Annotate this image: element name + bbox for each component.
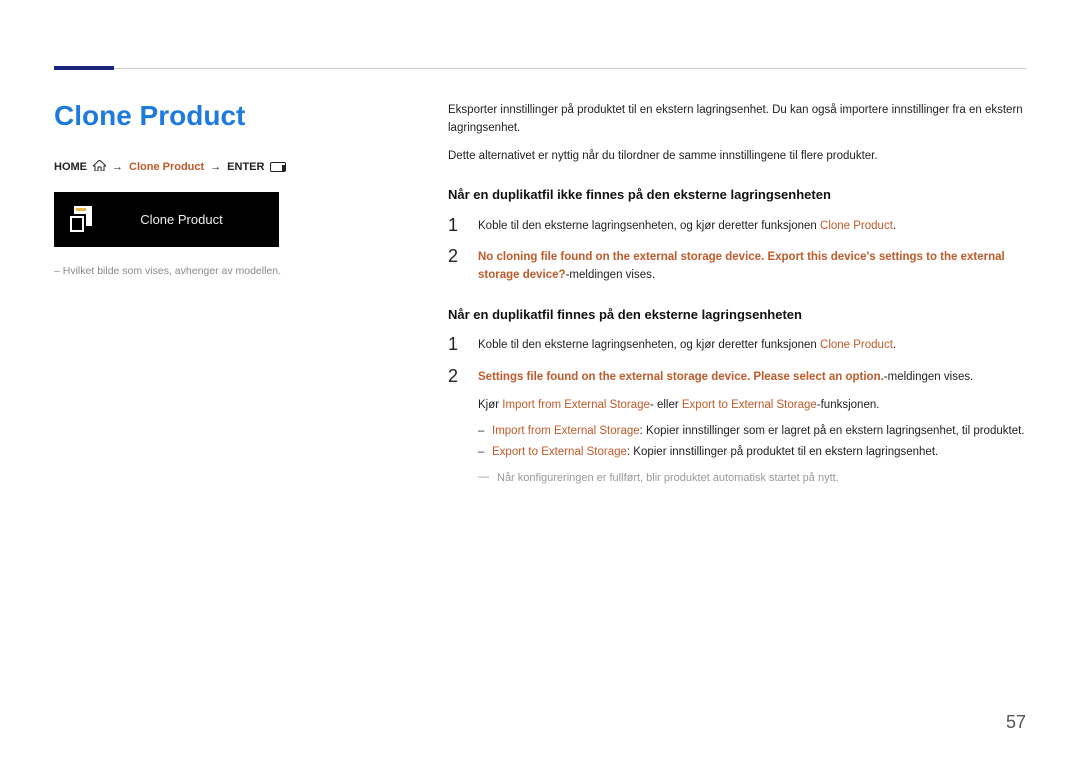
text: : Kopier innstillinger som er lagret på … <box>640 425 1025 437</box>
text: . <box>893 220 896 232</box>
highlight-message: Settings file found on the external stor… <box>478 371 884 383</box>
breadcrumb-enter: ENTER <box>227 161 264 173</box>
highlight-import: Import from External Storage <box>492 425 640 437</box>
highlight-message: No cloning file found on the external st… <box>478 251 1005 281</box>
tip-text: Når konfigureringen er fullført, blir pr… <box>497 470 839 487</box>
page-number: 57 <box>1006 712 1026 733</box>
step-number: 1 <box>448 335 460 353</box>
highlight-export: Export to External Storage <box>492 446 627 458</box>
section-1-heading: Når en duplikatfil ikke finnes på den ek… <box>448 185 1026 205</box>
breadcrumb-product: Clone Product <box>129 161 204 173</box>
enter-icon <box>270 162 286 172</box>
breadcrumb-arrow: → <box>112 161 123 173</box>
page-title: Clone Product <box>54 100 354 132</box>
step-body: Settings file found on the external stor… <box>478 369 1026 487</box>
highlight-clone-product: Clone Product <box>820 339 893 351</box>
list-item: Import from External Storage: Kopier inn… <box>478 423 1026 441</box>
sec1-step-2: 2 No cloning file found on the external … <box>448 249 1026 285</box>
highlight-import: Import from External Storage <box>502 399 650 411</box>
sec2-step-2: 2 Settings file found on the external st… <box>448 369 1026 487</box>
text: . <box>893 339 896 351</box>
text: -meldingen vises. <box>884 371 973 383</box>
home-icon <box>93 160 106 174</box>
dash-icon: ― <box>478 470 489 485</box>
text: Kjør <box>478 399 502 411</box>
run-function-line: Kjør Import from External Storage- eller… <box>478 397 1026 415</box>
breadcrumb: HOME → Clone Product → ENTER <box>54 160 354 174</box>
text: Koble til den eksterne lagringsenheten, … <box>478 220 820 232</box>
step-body: No cloning file found on the external st… <box>478 249 1026 285</box>
tip-note: ― Når konfigureringen er fullført, blir … <box>478 470 1026 487</box>
list-item: Export to External Storage: Kopier innst… <box>478 444 1026 462</box>
text: Koble til den eksterne lagringsenheten, … <box>478 339 820 351</box>
clone-product-tile: Clone Product <box>54 192 279 247</box>
highlight-export: Export to External Storage <box>682 399 817 411</box>
function-list: Import from External Storage: Kopier inn… <box>478 423 1026 463</box>
intro-paragraph-2: Dette alternativet er nyttig når du tilo… <box>448 148 1026 166</box>
step-body: Koble til den eksterne lagringsenheten, … <box>478 337 1026 355</box>
sec2-step-1: 1 Koble til den eksterne lagringsenheten… <box>448 337 1026 355</box>
clone-product-icon <box>68 206 96 234</box>
sec1-step-1: 1 Koble til den eksterne lagringsenheten… <box>448 218 1026 236</box>
horizontal-rule <box>54 68 1026 69</box>
image-footnote: Hvilket bilde som vises, avhenger av mod… <box>54 265 354 277</box>
breadcrumb-home: HOME <box>54 161 87 173</box>
section-2-heading: Når en duplikatfil finnes på den ekstern… <box>448 305 1026 325</box>
step-number: 2 <box>448 367 460 385</box>
tile-label: Clone Product <box>98 212 265 227</box>
step-body: Koble til den eksterne lagringsenheten, … <box>478 218 1026 236</box>
accent-bar <box>54 66 114 70</box>
right-column: Eksporter innstillinger på produktet til… <box>448 102 1026 501</box>
text: - eller <box>650 399 682 411</box>
text: : Kopier innstillinger på produktet til … <box>627 446 938 458</box>
intro-paragraph-1: Eksporter innstillinger på produktet til… <box>448 102 1026 138</box>
text: -funksjonen. <box>817 399 880 411</box>
left-column: Clone Product HOME → Clone Product → ENT… <box>54 100 354 277</box>
breadcrumb-arrow: → <box>210 161 221 173</box>
step-number: 1 <box>448 216 460 234</box>
highlight-clone-product: Clone Product <box>820 220 893 232</box>
step-number: 2 <box>448 247 460 265</box>
text: -meldingen vises. <box>566 269 655 281</box>
